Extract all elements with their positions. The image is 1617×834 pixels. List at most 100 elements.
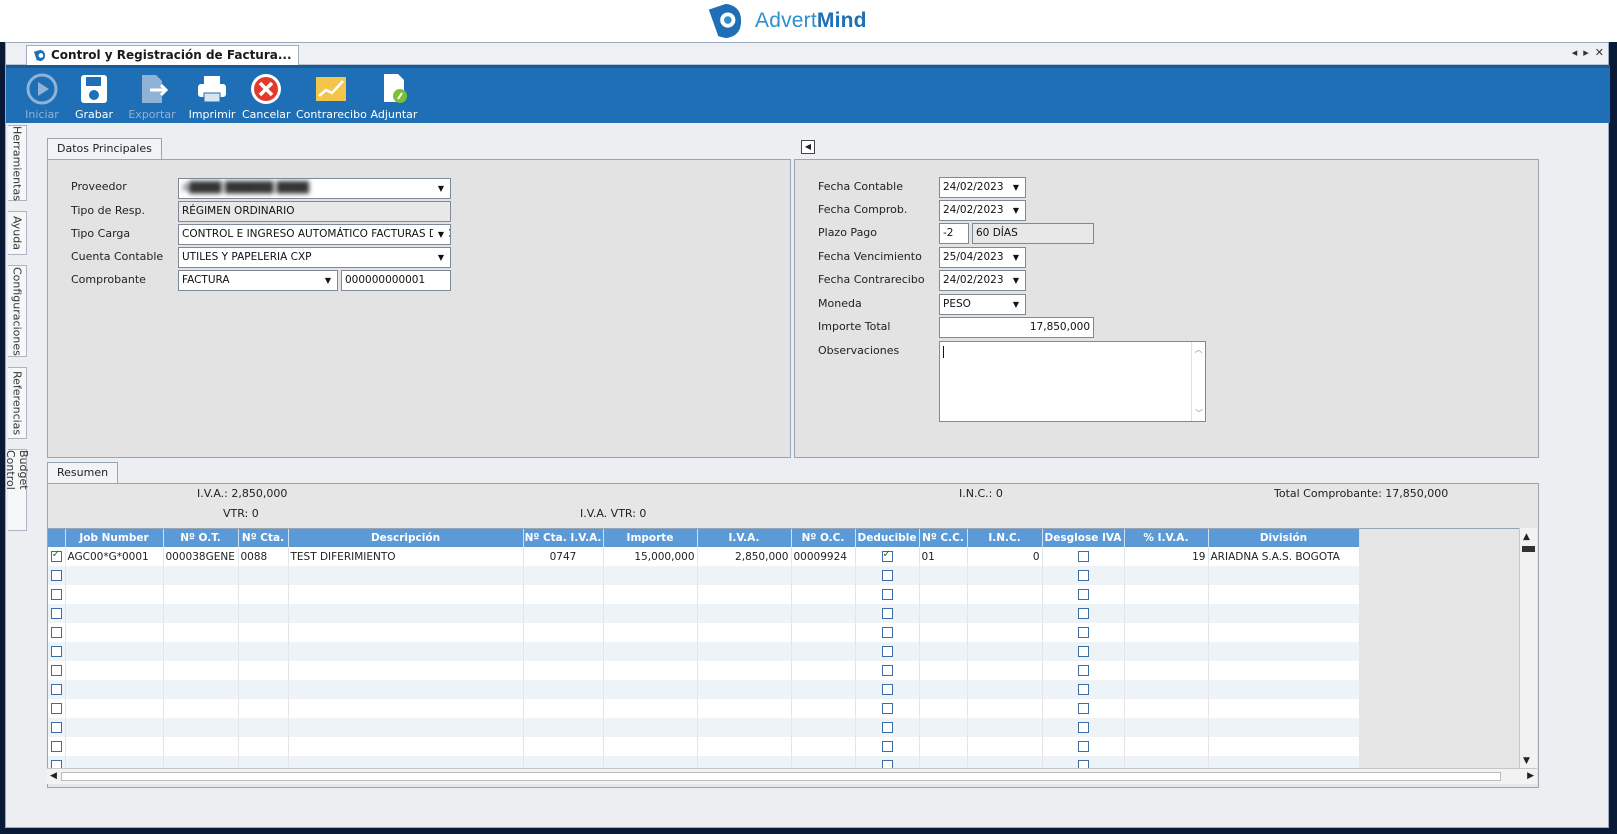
cell-desc[interactable] xyxy=(288,566,524,585)
cell-division[interactable] xyxy=(1208,642,1360,661)
row-select-cell[interactable] xyxy=(48,699,66,718)
deducible-checkbox[interactable] xyxy=(881,589,893,600)
row-select-cell[interactable] xyxy=(48,642,66,661)
side-tab-ayuda[interactable]: Ayuda xyxy=(8,211,27,255)
cell-ot[interactable] xyxy=(163,566,239,585)
cell-desc[interactable] xyxy=(288,718,524,737)
deducible-checkbox[interactable] xyxy=(881,549,893,562)
cell-cta[interactable] xyxy=(238,737,289,756)
cell-cta[interactable] xyxy=(238,661,289,680)
cell-ot[interactable] xyxy=(163,737,239,756)
grid-vertical-scrollbar[interactable]: ▲ ▼ xyxy=(1519,528,1537,768)
tipo-carga-select[interactable]: CONTROL E INGRESO AUTOMÁTICO FACTURAS DE… xyxy=(178,224,451,245)
next-tab-icon[interactable]: ▸ xyxy=(1583,46,1589,59)
cell-cta-iva[interactable] xyxy=(523,699,604,718)
row-checkbox[interactable] xyxy=(50,722,62,733)
cell-desglose[interactable] xyxy=(1042,680,1125,699)
cell-pct-iva[interactable] xyxy=(1124,566,1209,585)
row-select-cell[interactable] xyxy=(48,604,66,623)
column-header-job-number[interactable]: Job Number xyxy=(65,529,164,547)
cell-cta[interactable] xyxy=(238,566,289,585)
deducible-checkbox[interactable] xyxy=(881,627,893,638)
cell-job[interactable] xyxy=(65,737,164,756)
cell-deducible[interactable] xyxy=(855,604,920,623)
row-checkbox[interactable] xyxy=(50,646,62,657)
cell-cta-iva[interactable] xyxy=(523,680,604,699)
cell-inc[interactable]: 0 xyxy=(967,547,1043,566)
cell-importe[interactable] xyxy=(603,585,698,604)
cell-inc[interactable] xyxy=(967,585,1043,604)
cell-ot[interactable] xyxy=(163,604,239,623)
cell-cc[interactable] xyxy=(919,699,968,718)
cell-cc[interactable] xyxy=(919,680,968,699)
deducible-checkbox[interactable] xyxy=(881,722,893,733)
desglose-checkbox[interactable] xyxy=(1077,608,1089,619)
cell-deducible[interactable] xyxy=(855,585,920,604)
cell-deducible[interactable] xyxy=(855,566,920,585)
table-row[interactable] xyxy=(48,737,1360,756)
cell-cta-iva[interactable] xyxy=(523,585,604,604)
cell-importe[interactable] xyxy=(603,718,698,737)
cell-job[interactable] xyxy=(65,604,164,623)
cell-pct-iva[interactable] xyxy=(1124,623,1209,642)
row-select-cell[interactable] xyxy=(48,718,66,737)
export-button[interactable]: Exportar xyxy=(124,72,180,122)
cell-cta[interactable] xyxy=(238,623,289,642)
cell-desc[interactable] xyxy=(288,699,524,718)
row-select-cell[interactable] xyxy=(48,737,66,756)
deducible-checkbox[interactable] xyxy=(881,741,893,752)
cell-desglose[interactable] xyxy=(1042,547,1125,566)
table-row[interactable] xyxy=(48,566,1360,585)
deducible-checkbox[interactable] xyxy=(881,646,893,657)
deducible-checkbox[interactable] xyxy=(881,665,893,676)
deducible-checkbox[interactable] xyxy=(881,570,893,581)
column-header-pct-iva[interactable]: % I.V.A. xyxy=(1124,529,1209,547)
cell-inc[interactable] xyxy=(967,566,1043,585)
cell-oc[interactable] xyxy=(791,699,856,718)
cell-iva[interactable] xyxy=(697,661,792,680)
table-row[interactable] xyxy=(48,642,1360,661)
cell-inc[interactable] xyxy=(967,604,1043,623)
row-checkbox[interactable] xyxy=(50,741,62,752)
cell-oc[interactable] xyxy=(791,642,856,661)
cell-importe[interactable] xyxy=(603,566,698,585)
collapse-panel-button[interactable]: ◀ xyxy=(801,140,815,154)
table-row[interactable] xyxy=(48,661,1360,680)
deducible-checkbox[interactable] xyxy=(881,703,893,714)
table-row[interactable] xyxy=(48,680,1360,699)
fecha-vencimiento-picker[interactable]: 25/04/2023 ▼ xyxy=(939,247,1026,268)
cell-cc[interactable] xyxy=(919,642,968,661)
importe-total-input[interactable]: 17,850,000 xyxy=(939,317,1094,338)
cell-iva[interactable] xyxy=(697,718,792,737)
desglose-checkbox[interactable] xyxy=(1077,627,1089,638)
cell-job[interactable] xyxy=(65,680,164,699)
cell-desc[interactable]: TEST DIFERIMIENTO xyxy=(288,547,524,566)
cell-cta[interactable] xyxy=(238,604,289,623)
cell-inc[interactable] xyxy=(967,642,1043,661)
cell-job[interactable] xyxy=(65,699,164,718)
cell-oc[interactable] xyxy=(791,623,856,642)
cell-cta[interactable] xyxy=(238,585,289,604)
column-header-oc[interactable]: Nº O.C. xyxy=(791,529,856,547)
cell-deducible[interactable] xyxy=(855,680,920,699)
cancel-button[interactable]: Cancelar xyxy=(242,72,291,122)
cell-importe[interactable] xyxy=(603,642,698,661)
tab-datos-principales[interactable]: Datos Principales xyxy=(47,138,162,160)
cell-pct-iva[interactable] xyxy=(1124,737,1209,756)
cell-job[interactable] xyxy=(65,623,164,642)
cell-job[interactable] xyxy=(65,661,164,680)
row-checkbox[interactable] xyxy=(50,627,62,638)
deducible-checkbox[interactable] xyxy=(881,608,893,619)
cell-inc[interactable] xyxy=(967,661,1043,680)
cell-job[interactable] xyxy=(65,585,164,604)
scroll-down-icon[interactable]: ▼ xyxy=(1523,756,1530,766)
cell-importe[interactable] xyxy=(603,737,698,756)
cell-iva[interactable] xyxy=(697,642,792,661)
cell-desc[interactable] xyxy=(288,680,524,699)
cell-job[interactable] xyxy=(65,718,164,737)
cell-iva[interactable] xyxy=(697,623,792,642)
cell-cc[interactable]: 01 xyxy=(919,547,968,566)
side-tab-referencias[interactable]: Referencias xyxy=(8,367,27,439)
cell-pct-iva[interactable] xyxy=(1124,585,1209,604)
column-header-division[interactable]: División xyxy=(1208,529,1360,547)
